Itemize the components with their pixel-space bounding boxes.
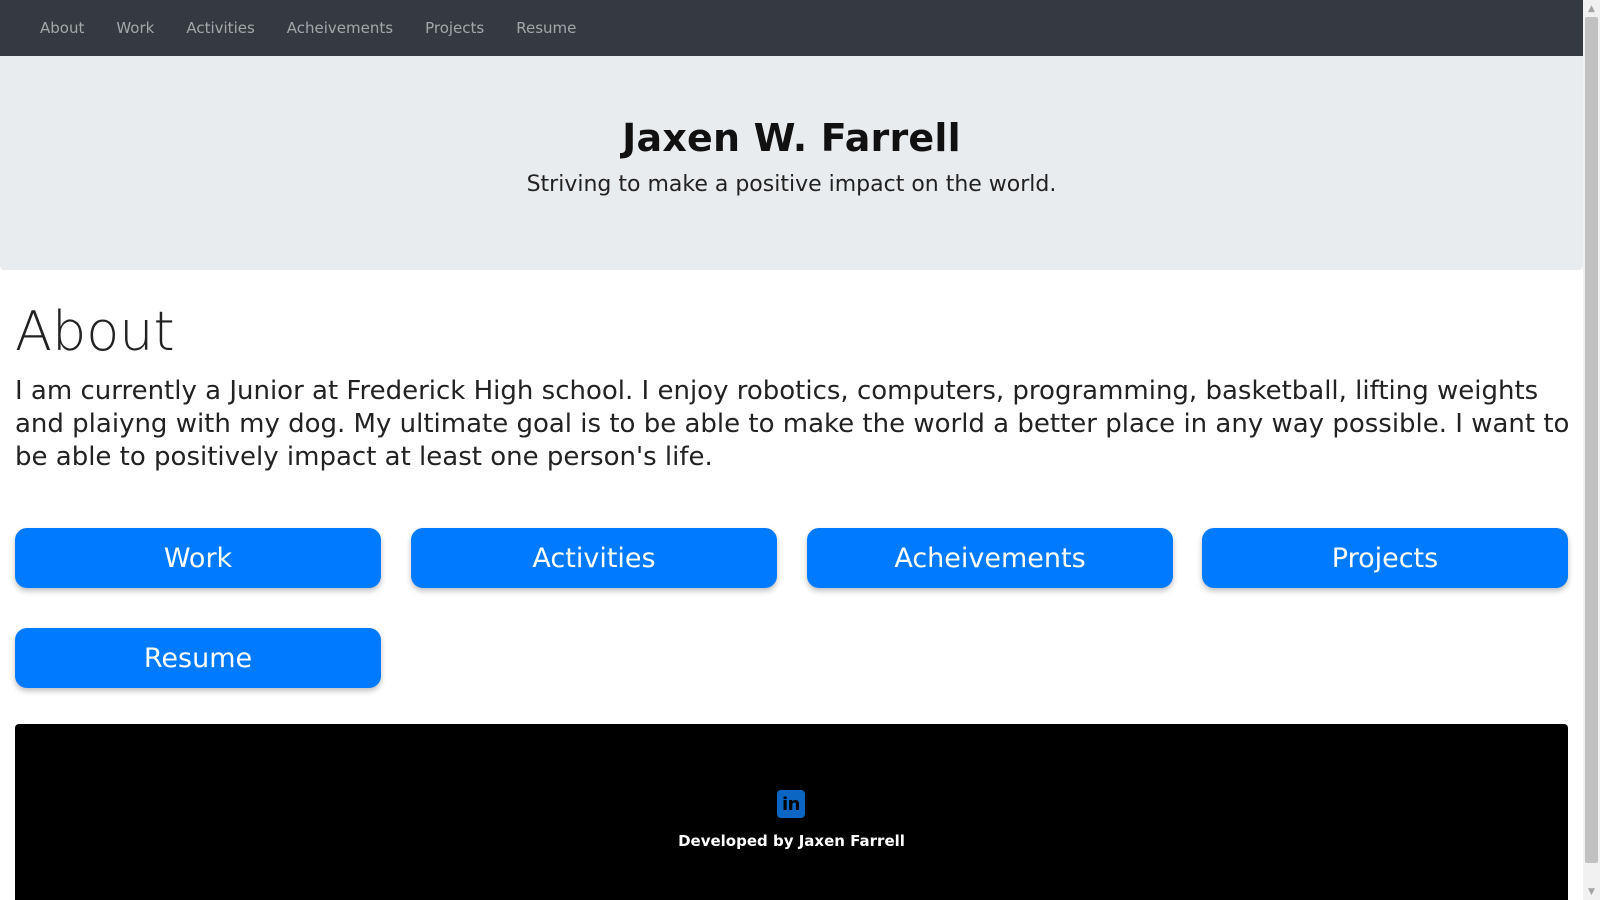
about-paragraph: I am currently a Junior at Frederick Hig…	[15, 376, 1570, 472]
scrollbar-thumb[interactable]	[1585, 17, 1598, 863]
page: About Work Activities Acheivements Proje…	[0, 0, 1583, 900]
hero-banner: Jaxen W. Farrell Striving to make a posi…	[0, 56, 1583, 270]
nav-link-about[interactable]: About	[24, 0, 100, 56]
work-button[interactable]: Work	[15, 528, 381, 588]
hero-tagline: Striving to make a positive impact on th…	[526, 172, 1057, 197]
footer: in Developed by Jaxen Farrell	[15, 724, 1568, 900]
activities-button[interactable]: Activities	[411, 528, 777, 588]
resume-button[interactable]: Resume	[15, 628, 381, 688]
about-heading: About	[15, 300, 175, 363]
top-navbar: About Work Activities Acheivements Proje…	[0, 0, 1583, 56]
nav-link-resume[interactable]: Resume	[500, 0, 592, 56]
nav-link-projects[interactable]: Projects	[409, 0, 500, 56]
vertical-scrollbar[interactable]: ▲ ▼	[1583, 0, 1600, 900]
scroll-up-arrow-icon[interactable]: ▲	[1583, 0, 1600, 17]
nav-link-acheivements[interactable]: Acheivements	[271, 0, 409, 56]
footer-credit: Developed by Jaxen Farrell	[678, 832, 905, 850]
nav-link-work[interactable]: Work	[100, 0, 170, 56]
nav-link-activities[interactable]: Activities	[170, 0, 270, 56]
projects-button[interactable]: Projects	[1202, 528, 1568, 588]
linkedin-icon[interactable]: in	[777, 790, 805, 818]
hero-name: Jaxen W. Farrell	[622, 116, 961, 160]
scroll-down-arrow-icon[interactable]: ▼	[1583, 883, 1600, 900]
acheivements-button[interactable]: Acheivements	[807, 528, 1173, 588]
